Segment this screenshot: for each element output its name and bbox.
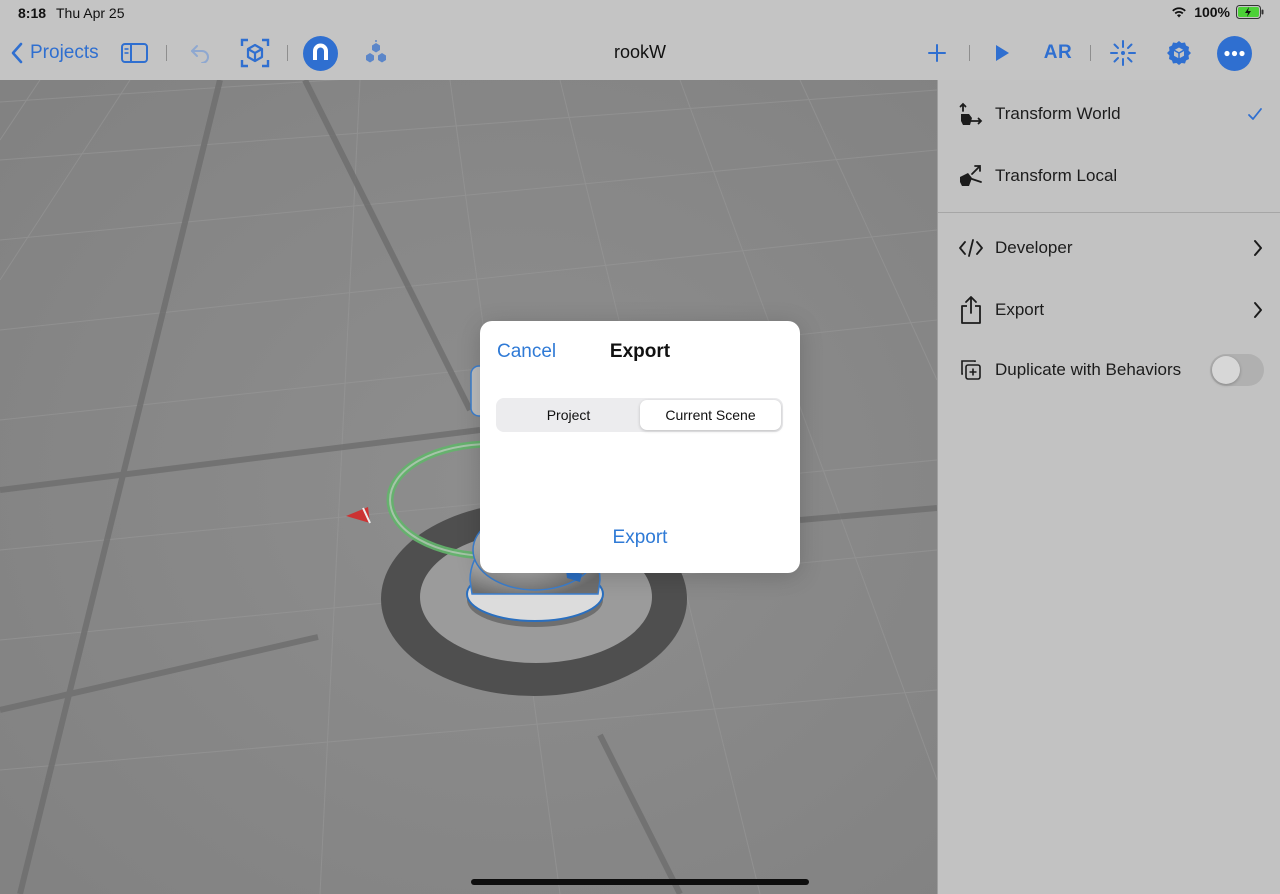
- home-indicator: [471, 879, 809, 885]
- dialog-title: Export: [609, 341, 671, 362]
- sidebar-toggle-button[interactable]: [120, 40, 148, 66]
- more-icon: [1217, 36, 1252, 71]
- duplicate-icon: [958, 357, 984, 383]
- back-label: Projects: [30, 42, 99, 63]
- undo-button[interactable]: [186, 40, 214, 66]
- menu-item-label: Export: [995, 300, 1045, 319]
- toggle-track: [1210, 354, 1264, 386]
- menu-item-label: Duplicate with Behaviors: [995, 360, 1182, 379]
- snap-button[interactable]: [303, 36, 338, 71]
- physics-button[interactable]: [362, 39, 390, 67]
- duplicate-behaviors-toggle[interactable]: [1210, 354, 1264, 386]
- object-frame-button[interactable]: [239, 38, 271, 68]
- toolbar: Projects rookW AR: [0, 26, 1280, 81]
- segment-current-scene[interactable]: Current Scene: [640, 400, 781, 430]
- battery-charging-icon: [1236, 5, 1264, 19]
- menu-item-transform-world[interactable]: Transform World: [938, 84, 1280, 144]
- menu-item-duplicate-with-behaviors: Duplicate with Behaviors: [938, 340, 1280, 400]
- focus-target-icon: [1110, 40, 1136, 66]
- add-button[interactable]: [925, 40, 949, 66]
- toolbar-separator: [166, 45, 167, 61]
- toggle-knob: [1212, 356, 1240, 384]
- transform-world-icon: [958, 101, 984, 127]
- chevron-left-icon: [11, 42, 23, 64]
- menu-item-export[interactable]: Export: [938, 280, 1280, 340]
- more-button[interactable]: [1217, 36, 1252, 71]
- status-date: Thu Apr 25: [56, 5, 125, 21]
- properties-button[interactable]: [1164, 38, 1194, 68]
- more-menu-panel: Transform World Transform Local Develope…: [937, 80, 1280, 894]
- chevron-right-icon: [1253, 301, 1263, 319]
- export-dialog: Cancel Export Project Current Scene Expo…: [480, 321, 800, 573]
- export-confirm-button[interactable]: Export: [480, 527, 800, 549]
- menu-item-label: Transform Local: [995, 166, 1118, 185]
- transform-local-icon: [958, 163, 984, 189]
- ar-button[interactable]: AR: [1038, 39, 1078, 67]
- play-icon: [996, 45, 1009, 61]
- code-icon: [958, 235, 984, 261]
- plus-icon: [928, 44, 946, 62]
- toolbar-separator: [969, 45, 970, 61]
- menu-item-label: Transform World: [995, 104, 1121, 123]
- sidebar-icon: [120, 43, 148, 63]
- status-bar: 8:18 Thu Apr 25 100%: [0, 0, 1280, 26]
- export-scope-segmented-control: Project Current Scene: [496, 398, 783, 432]
- menu-divider: [938, 212, 1280, 213]
- share-icon: [958, 296, 984, 324]
- menu-item-transform-local[interactable]: Transform Local: [938, 146, 1280, 206]
- magnet-icon: [303, 36, 338, 71]
- status-time: 8:18: [18, 5, 47, 21]
- toolbar-separator: [1090, 45, 1091, 61]
- gear-cube-icon: [1167, 41, 1191, 65]
- segment-project[interactable]: Project: [498, 400, 639, 430]
- play-button[interactable]: [990, 40, 1014, 66]
- battery-percent: 100%: [1194, 4, 1230, 20]
- menu-item-label: Developer: [995, 238, 1073, 257]
- back-button[interactable]: Projects: [10, 39, 99, 67]
- cube-frame-icon: [240, 38, 270, 68]
- falling-blocks-icon: [366, 40, 386, 63]
- status-indicators: 100%: [1170, 4, 1264, 20]
- chevron-right-icon: [1253, 239, 1263, 257]
- menu-item-developer[interactable]: Developer: [938, 218, 1280, 278]
- wifi-icon: [1172, 7, 1186, 18]
- focus-button[interactable]: [1108, 38, 1138, 68]
- undo-icon: [191, 45, 209, 63]
- checkmark-icon: [1247, 107, 1263, 121]
- toolbar-separator: [287, 45, 288, 61]
